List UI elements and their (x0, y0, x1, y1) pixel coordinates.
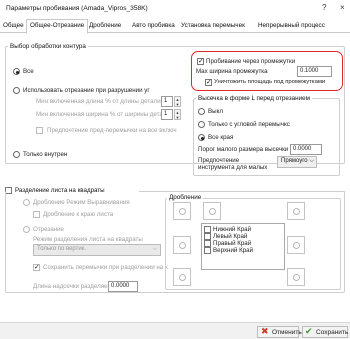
tab-continuous[interactable]: Непрерывный процесс (258, 20, 325, 33)
chevron-down-icon: ⌵ (152, 246, 157, 252)
close-button[interactable]: × (340, 3, 345, 12)
min-width-label: Мин включенная ширина % от ширины детал (36, 111, 167, 118)
radio-only-inside[interactable] (13, 151, 20, 158)
cutout-shape-legend: Высечка в форме L перед отрезанием (196, 95, 312, 102)
threshold-input[interactable]: 0.0000 (290, 144, 322, 155)
corner-middle-right[interactable] (287, 236, 305, 254)
cutting-choice-legend: Выбор обработки контура (8, 43, 88, 50)
cancel-button[interactable]: ✖ Отменить (257, 326, 302, 338)
corner-middle-left-radio (179, 242, 186, 249)
radio-off[interactable] (198, 108, 205, 115)
tab-general[interactable]: Общее (3, 20, 24, 33)
radio-cutting[interactable] (23, 226, 30, 233)
split-edge-label: Дробление к краю листа (43, 211, 114, 218)
chevron-down-icon: ⌵ (309, 158, 314, 164)
min-length-stepper[interactable]: ▲ ▼ (174, 96, 181, 107)
max-width-label: Max ширина промежутка (196, 68, 268, 75)
edge-left-checkbox[interactable] (204, 233, 211, 240)
radio-all-edges[interactable] (198, 134, 205, 141)
destroy-area-checkbox[interactable] (205, 78, 212, 86)
help-button[interactable]: ? (322, 3, 326, 12)
min-length-input[interactable]: 1 (161, 96, 173, 107)
radio-off-label: Выкл (208, 108, 223, 115)
tab-jumpers[interactable]: Установка перемычек (181, 20, 245, 33)
notch-length-input[interactable]: 0.0000 (108, 281, 138, 292)
radio-all[interactable] (13, 68, 20, 75)
corner-top-middle[interactable] (203, 202, 221, 220)
corner-top-right-radio (293, 208, 300, 215)
corner-top-left[interactable] (173, 202, 191, 220)
radio-only-inside-label: Только внутрен (23, 151, 68, 158)
edge-bottom-label: Нижний Край (213, 226, 252, 233)
edge-top-checkbox[interactable] (204, 247, 211, 254)
corner-top-right[interactable] (287, 202, 305, 220)
radio-all-edges-label: Все края (208, 134, 234, 141)
tab-general-cutting[interactable]: Общее-Отрезание (26, 19, 89, 34)
edge-top-label: Верхний Край (213, 247, 254, 254)
title-bar: Параметры пробивания (Amada_Vipros_358K)… (0, 0, 350, 18)
corner-bottom-right[interactable] (287, 268, 305, 286)
save-label: Сохранить (316, 329, 349, 336)
corner-middle-left[interactable] (173, 236, 191, 254)
corner-bottom-left[interactable] (173, 268, 191, 286)
radio-split-mode[interactable] (23, 199, 30, 206)
max-width-input[interactable]: 0.1000 (297, 66, 332, 77)
radio-all-label: Все (23, 68, 34, 75)
split-divider (139, 191, 345, 192)
preferred-tool-select[interactable]: Прямоуго ⌵ (277, 156, 317, 168)
threshold-label: Порог малого размера высечки (198, 146, 289, 153)
window-title: Параметры пробивания (Amada_Vipros_358K) (6, 5, 148, 12)
min-length-label: Мин включенная длина % от длины детали (36, 98, 161, 105)
cancel-label: Отменить (272, 329, 302, 336)
save-button[interactable]: ✔ Сохранить (302, 326, 348, 338)
split-mode-value: Только по вертик. (37, 246, 87, 252)
radio-cutting-label: Отрезание (33, 226, 64, 233)
edge-right-checkbox[interactable] (204, 240, 211, 247)
preferred-tool-label-2: инструмента для малых (198, 164, 268, 171)
radio-corner-only-label: Только с угловой перемычкс (208, 121, 290, 128)
punch-gaps-checkbox[interactable] (197, 57, 204, 65)
split-edge-checkbox[interactable] (33, 211, 40, 218)
corner-bottom-right-radio (293, 274, 300, 281)
min-width-input[interactable]: 1 (161, 109, 173, 120)
splitting-legend: Дробление (167, 194, 204, 201)
tab-auto-punch[interactable]: Авто пробивка (132, 20, 175, 33)
corner-bottom-left-radio (179, 274, 186, 281)
split-mode-label: Режим разделения листа на квадраты (33, 236, 143, 243)
punch-gaps-label: Пробивание через промежутки (206, 58, 296, 65)
pref-jumpers-checkbox[interactable] (36, 127, 43, 134)
radio-use-breaking[interactable] (13, 87, 20, 94)
pref-jumpers-label: Предпочтение пред-перемычки на все включ (47, 127, 177, 134)
checkmark-icon: ✔ (305, 327, 313, 337)
keep-jumpers-label: Сохранить перемычки при разделении на к (43, 264, 168, 271)
keep-jumpers-checkbox[interactable] (33, 263, 40, 271)
corner-top-middle-radio (209, 208, 216, 215)
edge-right-label: Правый Край (213, 240, 252, 247)
edge-bottom-checkbox[interactable] (204, 226, 211, 233)
tab-splitting[interactable]: Дробление (89, 20, 121, 33)
tab-bar: Общее Общее-Отрезание Дробление Авто про… (0, 18, 350, 34)
split-mode-select[interactable]: Только по вертик. ⌵ (33, 244, 161, 256)
close-icon: ✖ (261, 327, 269, 337)
corner-middle-right-radio (293, 242, 300, 249)
destroy-area-label: Уничтожить площадь под промежутками (214, 79, 326, 85)
radio-corner-only[interactable] (198, 121, 205, 128)
min-width-stepper[interactable]: ▲ ▼ (174, 109, 181, 120)
radio-split-mode-label: Дробление Режим Выравнивания (33, 199, 130, 206)
edge-left-label: Левый Край (213, 233, 248, 240)
radio-use-breaking-label: Использовать отрезание при разрушении уг (23, 87, 150, 94)
preferred-tool-label-1: Предпочтение (198, 157, 240, 164)
corner-top-left-radio (179, 208, 186, 215)
preferred-tool-value: Прямоуго (281, 158, 308, 164)
